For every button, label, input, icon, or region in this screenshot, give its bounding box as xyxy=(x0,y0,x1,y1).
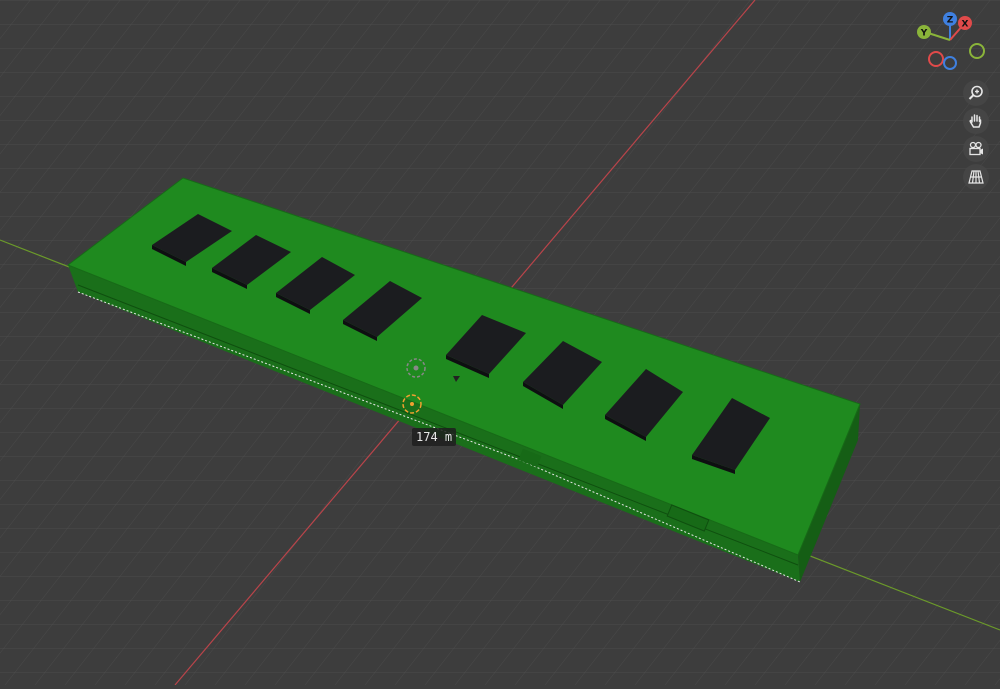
pan-button[interactable] xyxy=(963,108,989,134)
gizmo-neg-z-handle[interactable] xyxy=(943,56,957,70)
navigation-gizmo[interactable]: Z X Y xyxy=(912,10,992,75)
gizmo-x-label: X xyxy=(962,20,969,30)
zoom-icon xyxy=(968,85,983,100)
camera-view-button[interactable] xyxy=(963,136,989,162)
camera-icon xyxy=(969,141,983,156)
viewport-canvas[interactable] xyxy=(0,0,1000,686)
measurement-label: 174 m xyxy=(412,428,457,446)
gizmo-y-label: Y xyxy=(920,29,928,39)
hand-pan-icon xyxy=(969,114,982,128)
gizmo-z-label: Z xyxy=(947,16,954,26)
zoom-button[interactable] xyxy=(963,80,989,106)
perspective-toggle-button[interactable] xyxy=(963,164,989,190)
gizmo-neg-x-handle[interactable] xyxy=(928,51,944,67)
gizmo-neg-y-handle[interactable] xyxy=(969,43,985,59)
grid-perspective-icon xyxy=(968,170,984,184)
3d-viewport[interactable]: Z X Y 174 m xyxy=(0,0,1000,686)
